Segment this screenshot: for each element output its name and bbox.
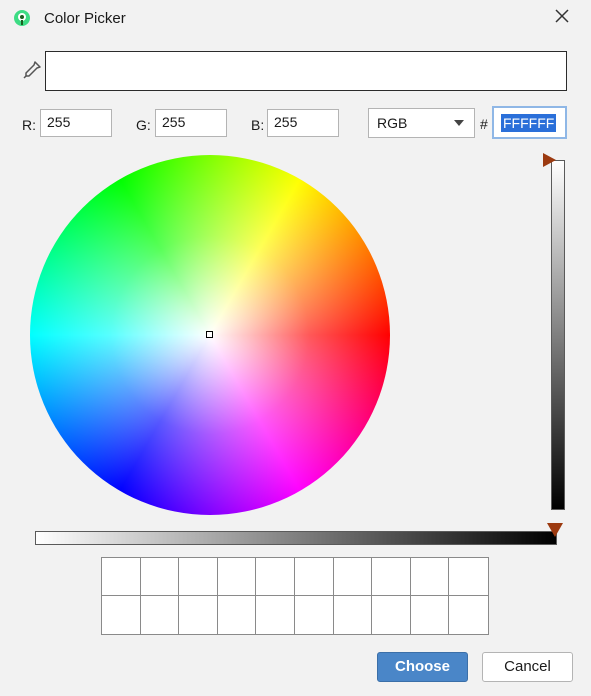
chevron-down-icon (454, 120, 464, 126)
color-swatch[interactable] (449, 596, 488, 634)
b-label: B: (251, 117, 265, 133)
color-swatch[interactable] (294, 596, 334, 634)
color-swatch[interactable] (102, 596, 141, 634)
color-swatch[interactable] (102, 558, 141, 596)
color-mode-select[interactable]: RGB (368, 108, 475, 138)
color-swatch[interactable] (179, 558, 218, 596)
app-logo-icon (14, 10, 30, 26)
g-input[interactable]: 255 (155, 109, 227, 137)
color-swatch[interactable] (410, 558, 450, 596)
r-input[interactable]: 255 (40, 109, 112, 137)
color-mode-value: RGB (377, 115, 408, 131)
r-label: R: (22, 117, 36, 133)
color-swatch[interactable] (140, 558, 180, 596)
color-swatch[interactable] (410, 596, 450, 634)
color-swatch[interactable] (256, 596, 295, 634)
choose-button[interactable]: Choose (377, 652, 468, 682)
color-swatch[interactable] (217, 596, 257, 634)
color-swatch[interactable] (333, 596, 373, 634)
brightness-slider-vertical[interactable] (551, 160, 565, 510)
color-preview (45, 51, 567, 91)
close-icon[interactable] (552, 6, 572, 26)
window-title: Color Picker (44, 10, 126, 27)
color-swatch[interactable] (217, 558, 257, 596)
hex-label: # (480, 116, 488, 132)
g-label: G: (136, 117, 151, 133)
color-swatch[interactable] (372, 596, 411, 634)
hex-input[interactable]: FFFFFF (492, 106, 567, 139)
brightness-slider-horizontal[interactable] (35, 531, 557, 545)
brightness-slider-thumb[interactable] (543, 153, 556, 167)
color-swatch[interactable] (256, 558, 295, 596)
cancel-button[interactable]: Cancel (482, 652, 573, 682)
custom-color-swatches (101, 557, 489, 635)
color-swatch[interactable] (372, 558, 411, 596)
color-swatch[interactable] (140, 596, 180, 634)
color-swatch[interactable] (294, 558, 334, 596)
horizontal-slider-thumb[interactable] (547, 523, 563, 537)
color-swatch[interactable] (179, 596, 218, 634)
color-swatch[interactable] (333, 558, 373, 596)
color-swatch[interactable] (449, 558, 488, 596)
b-input[interactable]: 255 (267, 109, 339, 137)
eyedropper-icon[interactable] (22, 60, 42, 80)
hex-value: FFFFFF (501, 114, 557, 132)
color-wheel-cursor[interactable] (206, 331, 213, 338)
